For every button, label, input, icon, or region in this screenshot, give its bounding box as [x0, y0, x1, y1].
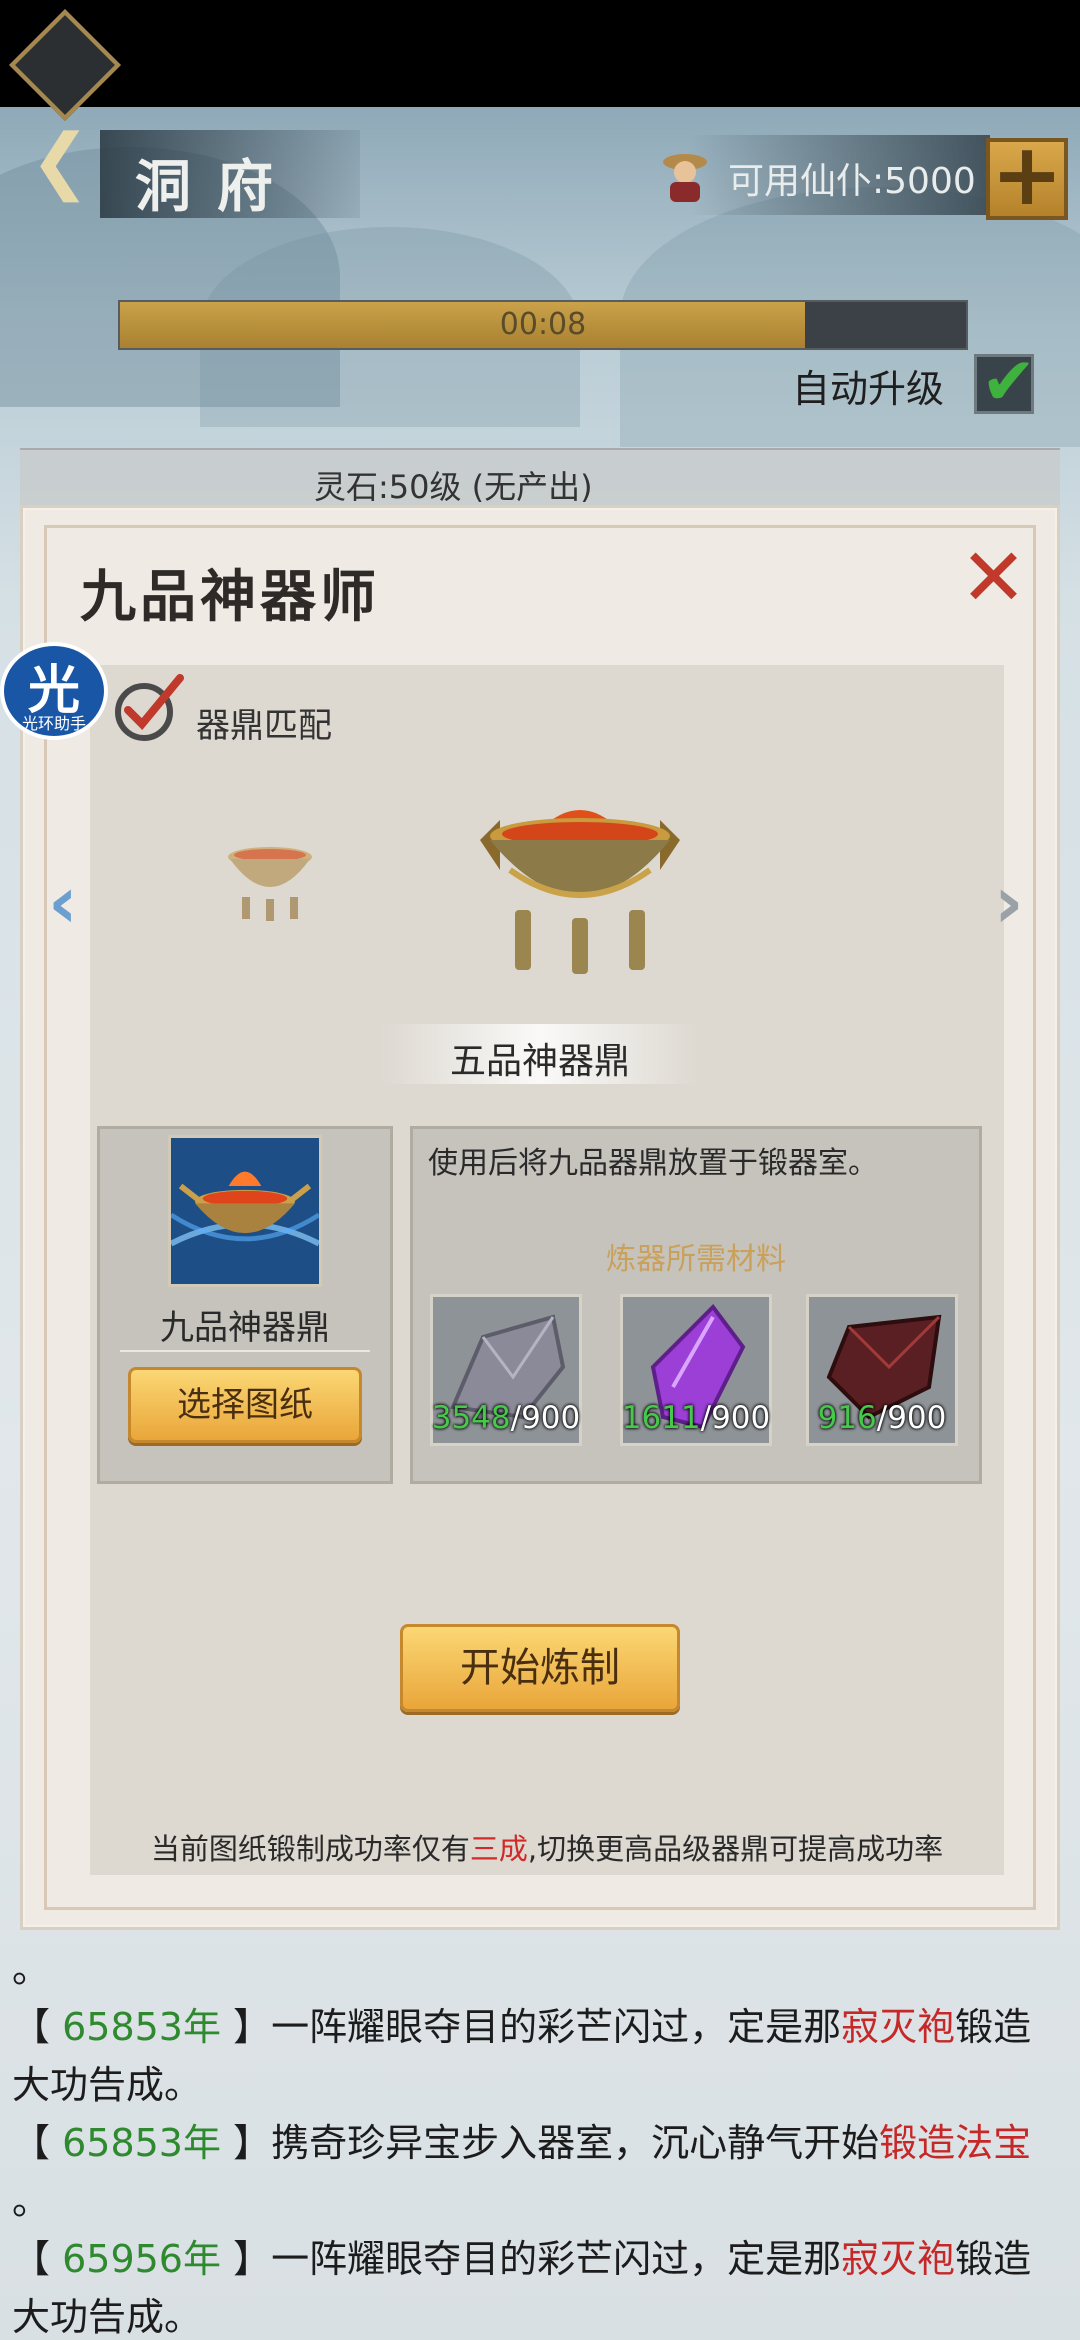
log-line: 。 — [12, 1947, 51, 1991]
building-row-text: 灵石:50级 (无产出) — [314, 468, 593, 506]
page-title: 洞府 — [135, 154, 299, 220]
log-line: 【 65853年 】携奇珍异宝步入器室，沉心静气开始锻造法宝 — [12, 2121, 1032, 2165]
material-count-2: 1611/900 — [621, 1400, 771, 1436]
event-log: 。【 65853年 】一阵耀眼夺目的彩芒闪过，定是那寂灭袍锻造 大功告成。【 65… — [12, 1940, 1072, 2340]
divider — [120, 1350, 370, 1352]
select-blueprint-button[interactable]: 选择图纸 — [128, 1367, 362, 1443]
cauldron-selected-icon[interactable] — [460, 800, 700, 980]
next-arrow-icon[interactable]: › — [994, 860, 1024, 944]
auto-upgrade-label: 自动升级 — [792, 367, 945, 411]
success-rate-hint: 当前图纸锻制成功率仅有三成,切换更高品级器鼎可提高成功率 — [150, 1832, 944, 1866]
prev-arrow-icon[interactable]: ‹ — [48, 860, 78, 944]
check-icon: ✔ — [981, 343, 1037, 420]
log-line: 。 — [12, 2179, 51, 2223]
helper-float-button[interactable]: 光 光环助手 — [0, 642, 110, 742]
status-bar — [0, 0, 1080, 107]
back-icon[interactable]: ❮ — [30, 118, 90, 202]
log-line: 大功告成。 — [12, 2063, 203, 2107]
servant-icon — [663, 154, 707, 202]
material-count-3: 916/900 — [817, 1400, 947, 1436]
log-line: 【 65853年 】一阵耀眼夺目的彩芒闪过，定是那寂灭袍锻造 — [12, 2005, 1032, 2049]
blueprint-name: 九品神器鼎 — [160, 1308, 330, 1348]
use-description: 使用后将九品器鼎放置于锻器室。 — [428, 1146, 878, 1181]
log-line: 大功告成。 — [12, 2295, 203, 2339]
add-resource-button[interactable]: + — [986, 132, 1068, 220]
progress-time: 00:08 — [499, 307, 587, 342]
cauldron-small-icon[interactable] — [220, 835, 320, 925]
blueprint-cauldron-icon[interactable] — [168, 1135, 322, 1287]
selected-cauldron-name: 五品神器鼎 — [449, 1041, 630, 1082]
close-icon[interactable]: ✕ — [960, 538, 1027, 618]
match-label: 器鼎匹配 — [196, 706, 332, 746]
resource-text: 可用仙仆:5000 — [728, 161, 976, 202]
upgrade-progress-bar: 00:08 — [118, 300, 968, 350]
start-forging-button[interactable]: 开始炼制 — [400, 1624, 680, 1712]
material-count-1: 3548/900 — [431, 1400, 581, 1436]
materials-title: 炼器所需材料 — [606, 1242, 786, 1277]
helper-label: 光环助手 — [21, 714, 86, 733]
match-checkbox-icon[interactable] — [108, 668, 188, 748]
log-line: 【 65956年 】一阵耀眼夺目的彩芒闪过，定是那寂灭袍锻造 — [12, 2237, 1032, 2281]
dialog-title: 九品神器师 — [80, 564, 380, 630]
auto-upgrade-checkbox[interactable]: ✔ — [974, 343, 1036, 420]
